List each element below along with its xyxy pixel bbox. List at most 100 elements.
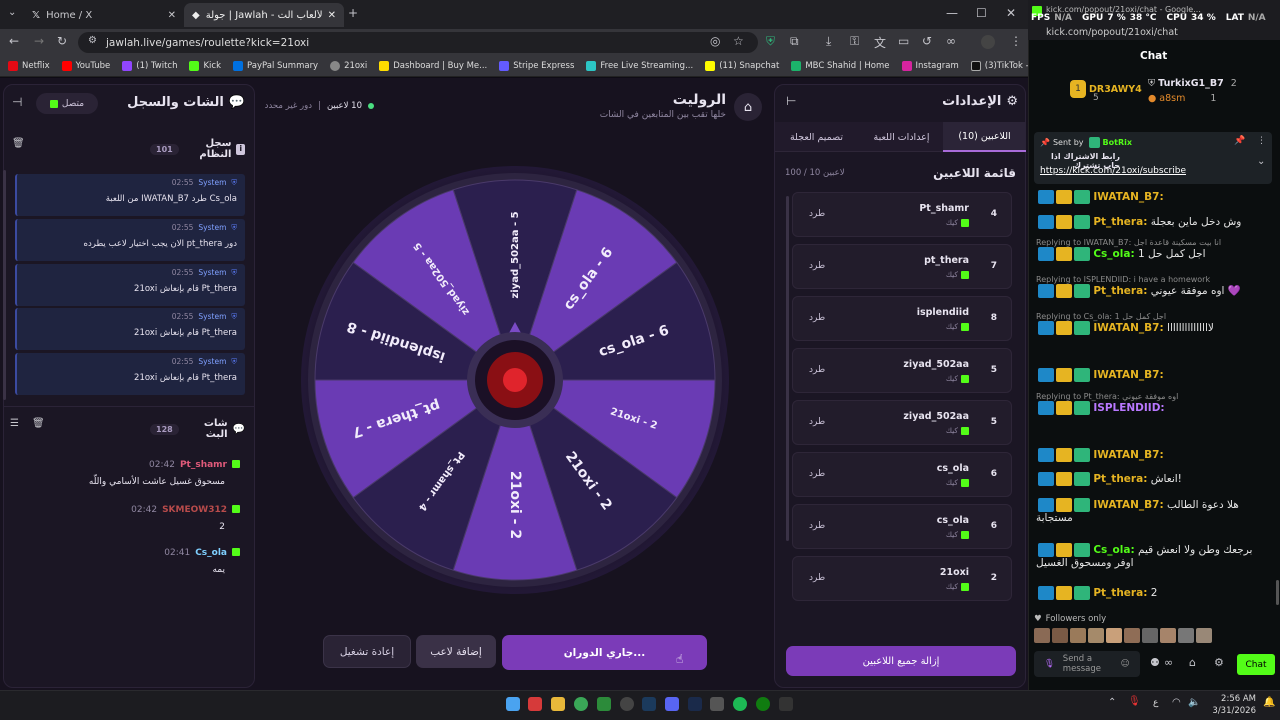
chat-message[interactable]: IWATAN_B7:: [1036, 368, 1272, 382]
chat-message[interactable]: IWATAN_B7: هلا دعوة الطالب مستجابة: [1036, 498, 1272, 524]
bookmark-stripe[interactable]: Stripe Express: [493, 61, 580, 71]
card-icon[interactable]: ▭: [898, 34, 909, 48]
chat-message[interactable]: Replying to Pt_thera: اوه موفقة عيوني IS…: [1036, 392, 1272, 415]
chevron-down-icon[interactable]: ⌄: [1257, 156, 1265, 167]
chat-username[interactable]: Cs_ola:: [1093, 248, 1134, 260]
bookmark-youtube[interactable]: YouTube: [56, 61, 117, 71]
bookmark-paypal[interactable]: PayPal Summary: [227, 61, 324, 71]
shield-extension-icon[interactable]: ⛨: [766, 34, 775, 49]
app-icon-dark[interactable]: [779, 697, 793, 711]
notifications-icon[interactable]: 🔔: [1263, 697, 1275, 708]
chat-message[interactable]: IWATAN_B7:: [1036, 448, 1272, 462]
kick-player-button[interactable]: طرد: [809, 209, 825, 219]
emote-icon[interactable]: [1160, 628, 1176, 643]
volume-icon[interactable]: 🔈: [1188, 697, 1200, 708]
roulette-wheel[interactable]: ziyad_502aa - 5 cs_ola - 6cs_ola - 621oxi…: [300, 160, 730, 600]
chat-message[interactable]: Cs_ola: برجعك وطن ولا انعش قيم اوفر ومسح…: [1036, 543, 1272, 569]
link-icon[interactable]: ∞: [946, 34, 956, 48]
profile-avatar[interactable]: [981, 35, 995, 49]
back-icon[interactable]: ←: [9, 34, 19, 48]
chat-username[interactable]: Pt_thera:: [1093, 587, 1147, 599]
kick-player-button[interactable]: طرد: [809, 417, 825, 427]
language-indicator[interactable]: ع: [1153, 698, 1158, 708]
bookmark-streaming[interactable]: Free Live Streaming...: [580, 61, 699, 71]
history-icon[interactable]: ↺: [922, 34, 932, 48]
browser-menu-icon[interactable]: ⋮: [1010, 34, 1022, 48]
send-chat-button[interactable]: Chat: [1237, 654, 1275, 675]
eye-off-icon[interactable]: ◎: [710, 34, 720, 48]
app-icon-green[interactable]: [597, 697, 611, 711]
chrome-icon[interactable]: [574, 697, 588, 711]
tab-wheel-design[interactable]: تصميم العجلة: [775, 122, 858, 152]
bookmark-buymeacoffee[interactable]: Dashboard | Buy Me...: [373, 61, 493, 71]
emote-icon[interactable]: [1196, 628, 1212, 643]
add-player-button[interactable]: إضافة لاعب: [416, 635, 496, 668]
emote-icon[interactable]: [1088, 628, 1104, 643]
chat-username[interactable]: IWATAN_B7:: [1093, 191, 1163, 203]
spotify-icon[interactable]: [733, 697, 747, 711]
kick-player-button[interactable]: طرد: [809, 313, 825, 323]
chat-username[interactable]: IWATAN_B7:: [1093, 499, 1163, 511]
chat-username[interactable]: Pt_thera:: [1093, 473, 1147, 485]
pinned-link[interactable]: https://kick.com/21oxi/subscribe: [1040, 166, 1186, 176]
clear-log-icon[interactable]: 🗑: [12, 138, 25, 149]
explorer-icon[interactable]: [551, 697, 565, 711]
emote-icon[interactable]: [1124, 628, 1140, 643]
bookmark-kick[interactable]: Kick: [183, 61, 227, 71]
settings-icon[interactable]: ⚙: [1214, 656, 1224, 669]
close-window-icon[interactable]: ✕: [1006, 6, 1016, 20]
key-icon[interactable]: ⚿: [850, 34, 859, 49]
clock[interactable]: 2:56 AM 3/31/2026: [1208, 693, 1256, 717]
tab-home-x[interactable]: 𝕏 Home / X ✕: [24, 3, 184, 27]
chat-message[interactable]: Pt_thera: انعاش!: [1036, 472, 1272, 486]
chat-username[interactable]: Cs_ola:: [1093, 544, 1134, 556]
emote-icon[interactable]: [1106, 628, 1122, 643]
bookmark-netflix[interactable]: Netflix: [0, 61, 56, 71]
remove-all-players-button[interactable]: إزالة جميع اللاعبين: [786, 646, 1016, 676]
chat-message[interactable]: IWATAN_B7:: [1036, 190, 1272, 204]
emote-icon[interactable]: [1070, 628, 1086, 643]
chat-scrollbar[interactable]: [1276, 580, 1279, 605]
tab-game-settings[interactable]: إعدادات اللعبة: [860, 122, 943, 152]
tab-close-icon[interactable]: ✕: [168, 10, 176, 21]
chat-message[interactable]: Replying to IWATAN_B7: انا بيت مسكينة قا…: [1036, 238, 1272, 261]
emote-icon[interactable]: [1142, 628, 1158, 643]
chat-username[interactable]: IWATAN_B7:: [1093, 449, 1163, 461]
chat-username[interactable]: IWATAN_B7:: [1093, 322, 1163, 334]
infinity-icon[interactable]: ∞: [1164, 656, 1173, 669]
reload-icon[interactable]: ↻: [57, 34, 67, 48]
obs-icon[interactable]: [620, 697, 634, 711]
bookmark-twitch[interactable]: (1) Twitch: [116, 61, 183, 71]
address-bar[interactable]: jawlah.live/games/roulette?kick=21oxi: [78, 32, 758, 53]
xbox-icon[interactable]: [756, 697, 770, 711]
restart-button[interactable]: إعادة تشغيل: [323, 635, 411, 668]
forward-icon[interactable]: →: [34, 34, 44, 48]
download-icon[interactable]: ⤓: [826, 34, 831, 49]
kick-player-button[interactable]: طرد: [809, 573, 825, 583]
app-icon-gray[interactable]: [710, 697, 724, 711]
chat-input[interactable]: 🎙 Send a message ☺: [1034, 651, 1140, 677]
maximize-icon[interactable]: ☐: [976, 6, 987, 20]
home-button[interactable]: ⌂: [734, 93, 762, 121]
app-icon-a[interactable]: [528, 697, 542, 711]
tab-list-icon[interactable]: ⌄: [8, 7, 16, 18]
kick-player-button[interactable]: طرد: [809, 521, 825, 531]
translate-icon[interactable]: 文: [874, 34, 886, 51]
windows-start-icon[interactable]: [506, 697, 520, 711]
panel-collapse-icon[interactable]: ⊢: [786, 94, 796, 108]
pinned-message[interactable]: 📌 Sent by BotRix 📌 ⋮ رابط الاشتراك اذا ح…: [1034, 132, 1272, 184]
tab-close-icon[interactable]: ✕: [328, 10, 336, 21]
chat-message[interactable]: Replying to ISPLENDIID: i have a homewor…: [1036, 275, 1272, 298]
store-icon[interactable]: ⌂: [1189, 656, 1196, 669]
unpin-icon[interactable]: 📌: [1234, 136, 1245, 146]
chat-username[interactable]: Pt_thera:: [1093, 285, 1147, 297]
panel-collapse-icon[interactable]: ⊣: [12, 95, 22, 109]
microphone-icon[interactable]: 🎙: [1044, 659, 1055, 669]
chat-message[interactable]: Replying to Cs_ola: اجل كمل حل 1 IWATAN_…: [1036, 312, 1272, 335]
extensions-icon[interactable]: ⧉: [790, 34, 799, 49]
bookmark-instagram[interactable]: Instagram: [896, 61, 965, 71]
bookmark-shahid[interactable]: MBC Shahid | Home: [785, 61, 895, 71]
players-scrollbar[interactable]: [786, 196, 789, 541]
chat-message[interactable]: Pt_thera: وش دخل ماين بعجلة: [1036, 215, 1272, 229]
photoshop-icon[interactable]: [688, 697, 702, 711]
